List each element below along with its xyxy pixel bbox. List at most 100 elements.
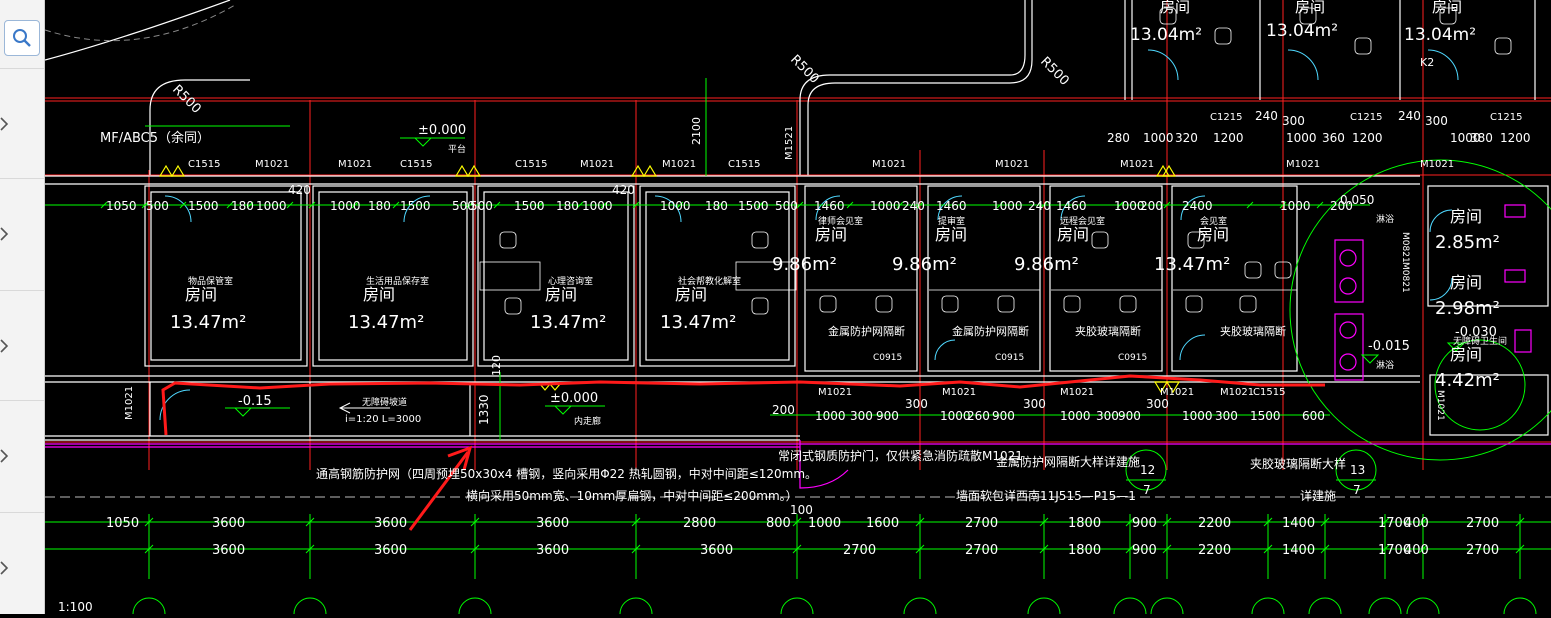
shower-label: 淋浴 [1376, 359, 1394, 371]
dim-label: 300 [1425, 114, 1448, 128]
dim-label: 900 [876, 409, 899, 423]
radius-label: R500 [787, 52, 822, 87]
chevron-right-icon[interactable] [0, 448, 10, 464]
room-name: 房间 [545, 285, 577, 304]
dim-label: 1000 [1280, 199, 1311, 213]
door-label: C1515 [188, 159, 220, 170]
dim-label: 100 [790, 503, 813, 517]
ramp-label: 无障碍坡道 [362, 396, 407, 408]
detail-number: 12 [1140, 463, 1155, 477]
dim-label: 2700 [965, 543, 998, 558]
dim-label: 2700 [843, 543, 876, 558]
dim-label: 3600 [700, 543, 733, 558]
partition-label: 夹胶玻璃隔断 [1075, 324, 1141, 338]
room-name: 房间 [675, 285, 707, 304]
dim-label: 1200 [1500, 131, 1531, 145]
dim-label: 200 [1140, 199, 1163, 213]
dim-label: 1460 [936, 199, 967, 213]
left-tool-panel [0, 0, 45, 614]
chevron-right-icon[interactable] [0, 338, 10, 354]
door-label: M0821 [1400, 232, 1410, 263]
dim-label: 3600 [212, 543, 245, 558]
door-label: M1021 [1220, 387, 1254, 398]
detail-sheet: 7 [1353, 483, 1361, 497]
dim-label: 2700 [965, 516, 998, 531]
room-name: 房间 [1432, 0, 1462, 16]
cad-viewport[interactable]: MF/ABC5（余同） ±0.000 平台 R500 R500 R500 210… [44, 0, 1551, 618]
dim-label: 1000 [870, 199, 901, 213]
dim-label: 300 [850, 409, 873, 423]
room-area: 13.47m² [170, 312, 246, 333]
scale-label: 1:100 [58, 600, 93, 614]
ramp-slope-label: i=1:20 L=3000 [345, 414, 421, 425]
dim-label: 2800 [683, 516, 716, 531]
chevron-right-icon[interactable] [0, 226, 10, 242]
dim-label: 300 [1282, 114, 1305, 128]
dim-label: 1800 [1068, 516, 1101, 531]
dim-label: 1500 [188, 199, 219, 213]
dim-label: 240 [1398, 109, 1421, 123]
radius-label: R500 [1037, 54, 1072, 89]
k-label: K2 [1420, 56, 1434, 69]
room-name: 房间 [185, 285, 217, 304]
room-name: 房间 [815, 225, 847, 244]
dim-label: 300 [1215, 409, 1238, 423]
dim-label: 1000 [660, 199, 691, 213]
room-area: 2.98m² [1435, 298, 1500, 319]
dim-label: 3600 [536, 516, 569, 531]
dim-label: 1000 [808, 516, 841, 531]
room-area: 4.42m² [1435, 370, 1500, 391]
dim-label: 1460 [1056, 199, 1087, 213]
dim-label: 1050 [106, 516, 139, 531]
dim-label: 120 [490, 355, 503, 376]
dim-label: 1000 [992, 199, 1023, 213]
dim-label: 1000 [1060, 409, 1091, 423]
detail-sheet: 7 [1143, 483, 1151, 497]
door-label: C1215 [1490, 112, 1522, 123]
dim-label: 1500 [1250, 409, 1281, 423]
dim-label: 1460 [814, 199, 845, 213]
room-area: 13.04m² [1404, 25, 1476, 45]
chevron-right-icon[interactable] [0, 560, 10, 576]
note-glass-partition: 夹胶玻璃隔断大样 [1250, 456, 1346, 471]
search-button[interactable] [4, 20, 40, 56]
search-icon [13, 29, 31, 47]
dim-label: 1000 [815, 409, 846, 423]
dim-label: 2400 [1182, 199, 1213, 213]
radius-label: R500 [169, 82, 204, 117]
dim-label: 200 [772, 403, 795, 417]
door-label: M1021 [872, 159, 906, 170]
elevation-label: -0.015 [1368, 339, 1410, 354]
room-name: 房间 [1160, 0, 1190, 16]
door-label: M1521 [784, 126, 795, 160]
dim-label: 1400 [1282, 516, 1315, 531]
dim-label: 180 [368, 199, 391, 213]
door-label: M1021 [1120, 159, 1154, 170]
dim-label: 260 [967, 409, 990, 423]
door-label: C1515 [400, 159, 432, 170]
dim-label: 3600 [374, 516, 407, 531]
dim-label: 900 [1132, 516, 1157, 531]
dim-label: 380 [1470, 131, 1493, 145]
door-label: M1021 [1420, 159, 1454, 170]
door-label: M1021 [995, 159, 1029, 170]
dim-label: 180 [556, 199, 579, 213]
room-name: 房间 [1197, 225, 1229, 244]
room-name: 房间 [935, 225, 967, 244]
dim-label: 2700 [1466, 543, 1499, 558]
door-label: C1515 [728, 159, 760, 170]
partition-label: 夹胶玻璃隔断 [1220, 324, 1286, 338]
detail-number: 13 [1350, 463, 1365, 477]
chevron-right-icon[interactable] [0, 116, 10, 132]
dim-label: 1600 [866, 516, 899, 531]
dim-label: 360 [1322, 131, 1345, 145]
dim-label: 320 [1175, 131, 1198, 145]
note-detail: 详建施 [1300, 488, 1336, 503]
dim-label: 300 [1023, 397, 1046, 411]
dim-label: 1000 [1143, 131, 1174, 145]
dim-label: 1000 [1182, 409, 1213, 423]
room-area: 9.86m² [892, 254, 957, 275]
dim-label: 300 [905, 397, 928, 411]
dim-label: 1800 [1068, 543, 1101, 558]
floor-plan-drawing[interactable]: MF/ABC5（余同） ±0.000 平台 R500 R500 R500 210… [44, 0, 1551, 618]
